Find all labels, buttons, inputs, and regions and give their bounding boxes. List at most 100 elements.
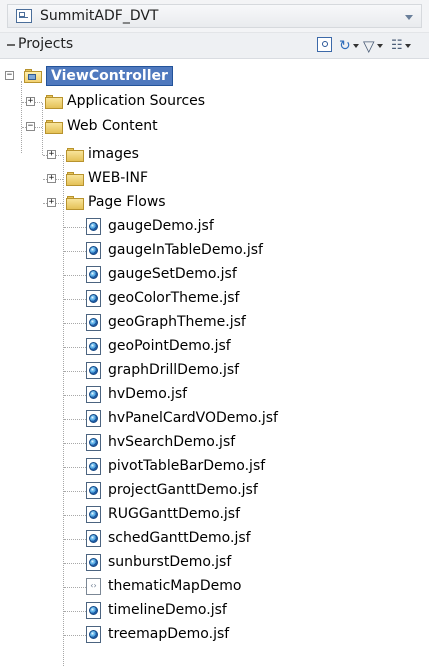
application-name: SummitADF_DVT <box>40 8 159 24</box>
tree-node-web-inf[interactable]: + WEB-INF <box>0 168 429 190</box>
tree-node-images[interactable]: + images <box>0 144 429 166</box>
jsf-file-icon <box>86 506 101 523</box>
tree-node-file[interactable]: projectGanttDemo.jsf <box>0 480 429 502</box>
tree-line <box>64 275 86 276</box>
tree-label-file[interactable]: hvDemo.jsf <box>108 386 187 402</box>
tree-node-file[interactable]: geoGraphTheme.jsf <box>0 312 429 334</box>
tree-line <box>64 395 86 396</box>
expand-toggle-icon[interactable]: + <box>26 97 35 106</box>
tree-line <box>64 491 86 492</box>
tree-label-file[interactable]: graphDrillDemo.jsf <box>108 362 239 378</box>
collapse-icon[interactable] <box>7 44 15 46</box>
tree-label-file[interactable]: geoGraphTheme.jsf <box>108 314 246 330</box>
chevron-down-icon[interactable] <box>352 43 359 48</box>
tree-label-file[interactable]: schedGanttDemo.jsf <box>108 530 251 546</box>
tree-line <box>64 635 86 636</box>
chevron-down-icon[interactable] <box>404 43 411 48</box>
tree-label-file[interactable]: sunburstDemo.jsf <box>108 554 231 570</box>
tree-label-images[interactable]: images <box>88 146 139 162</box>
expand-toggle-icon[interactable]: + <box>47 150 56 159</box>
tree-node-file[interactable]: gaugeDemo.jsf <box>0 216 429 238</box>
tree-label-file[interactable]: geoColorTheme.jsf <box>108 290 239 306</box>
tree-line <box>64 539 86 540</box>
tree-node-file[interactable]: geoPointDemo.jsf <box>0 336 429 358</box>
tree-node-file[interactable]: schedGanttDemo.jsf <box>0 528 429 550</box>
find-icon[interactable] <box>317 37 332 52</box>
expand-toggle-icon[interactable]: + <box>47 198 56 207</box>
tree-label-file[interactable]: hvSearchDemo.jsf <box>108 434 235 450</box>
projects-tree[interactable]: − ViewController + Application Sources −… <box>0 60 429 671</box>
filter-icon[interactable]: ▽ <box>363 37 383 55</box>
application-combo[interactable]: SummitADF_DVT <box>7 4 422 28</box>
jsf-file-icon <box>86 530 101 547</box>
application-selector[interactable]: SummitADF_DVT <box>0 0 429 33</box>
jsf-file-icon <box>86 482 101 499</box>
jsf-file-icon <box>86 338 101 355</box>
tree-label-web-inf[interactable]: WEB-INF <box>88 170 148 186</box>
folder-icon <box>45 120 63 134</box>
folder-icon <box>45 95 63 109</box>
sync-icon[interactable]: ↻ <box>339 37 359 54</box>
tree-node-file[interactable]: gaugeInTableDemo.jsf <box>0 240 429 262</box>
jsf-file-icon <box>86 554 101 571</box>
tree-label-file[interactable]: projectGanttDemo.jsf <box>108 482 258 498</box>
tree-label-file[interactable]: timelineDemo.jsf <box>108 602 227 618</box>
tree-label-file[interactable]: geoPointDemo.jsf <box>108 338 231 354</box>
tree-node-file[interactable]: hvSearchDemo.jsf <box>0 432 429 454</box>
tree-label-file[interactable]: gaugeSetDemo.jsf <box>108 266 237 282</box>
tree-label-file[interactable]: hvPanelCardVODemo.jsf <box>108 410 278 426</box>
jsf-file-icon <box>86 434 101 451</box>
folder-icon <box>66 196 84 210</box>
tree-node-file[interactable]: gaugeSetDemo.jsf <box>0 264 429 286</box>
tree-line <box>64 299 86 300</box>
collapse-toggle-icon[interactable]: − <box>26 122 35 131</box>
tree-node-file[interactable]: graphDrillDemo.jsf <box>0 360 429 382</box>
tree-line <box>64 587 86 588</box>
tree-node-file[interactable]: hvDemo.jsf <box>0 384 429 406</box>
tree-label-application-sources[interactable]: Application Sources <box>67 93 205 109</box>
jsf-file-icon <box>86 410 101 427</box>
tree-label-file[interactable]: gaugeDemo.jsf <box>108 218 214 234</box>
collapse-toggle-icon[interactable]: − <box>5 71 14 80</box>
tree-label-file[interactable]: thematicMapDemo <box>108 578 241 594</box>
sort-icon[interactable]: ☷ <box>391 37 411 54</box>
expand-toggle-icon[interactable]: + <box>47 174 56 183</box>
tree-line <box>64 251 86 252</box>
tree-node-file[interactable]: timelineDemo.jsf <box>0 600 429 622</box>
tree-node-file[interactable]: treemapDemo.jsf <box>0 624 429 646</box>
project-icon <box>24 69 42 83</box>
tree-node-application-sources[interactable]: + Application Sources <box>0 91 429 113</box>
tree-label-page-flows[interactable]: Page Flows <box>88 194 166 210</box>
jsf-file-icon <box>86 314 101 331</box>
jsf-file-icon <box>86 626 101 643</box>
tree-label-file[interactable]: RUGGanttDemo.jsf <box>108 506 240 522</box>
tree-line <box>64 323 86 324</box>
chevron-down-icon[interactable] <box>376 43 383 48</box>
tree-label-web-content[interactable]: Web Content <box>67 118 158 134</box>
tree-node-page-flows[interactable]: + Page Flows <box>0 192 429 214</box>
jsf-file-icon <box>86 266 101 283</box>
tree-label-viewcontroller[interactable]: ViewController <box>46 66 173 86</box>
tree-line <box>64 611 86 612</box>
tree-line <box>64 371 86 372</box>
tree-node-file[interactable]: hvPanelCardVODemo.jsf <box>0 408 429 430</box>
tree-node-file[interactable]: pivotTableBarDemo.jsf <box>0 456 429 478</box>
tree-node-file[interactable]: geoColorTheme.jsf <box>0 288 429 310</box>
tree-line <box>64 419 86 420</box>
jsf-file-icon <box>86 242 101 259</box>
tree-node-viewcontroller[interactable]: − ViewController <box>0 65 429 87</box>
projects-title: Projects <box>18 36 74 52</box>
tree-node-web-content[interactable]: − Web Content <box>0 116 429 138</box>
jsf-file-icon <box>86 458 101 475</box>
projects-header: Projects ↻ ▽ ☷ <box>0 33 429 59</box>
tree-node-file[interactable]: ‹› thematicMapDemo <box>0 576 429 598</box>
tree-label-file[interactable]: pivotTableBarDemo.jsf <box>108 458 265 474</box>
tree-line <box>64 227 86 228</box>
tree-node-file[interactable]: RUGGanttDemo.jsf <box>0 504 429 526</box>
jsf-file-icon <box>86 386 101 403</box>
jsf-file-icon <box>86 218 101 235</box>
tree-label-file[interactable]: treemapDemo.jsf <box>108 626 229 642</box>
chevron-down-icon[interactable] <box>405 15 413 20</box>
tree-node-file[interactable]: sunburstDemo.jsf <box>0 552 429 574</box>
tree-label-file[interactable]: gaugeInTableDemo.jsf <box>108 242 263 258</box>
